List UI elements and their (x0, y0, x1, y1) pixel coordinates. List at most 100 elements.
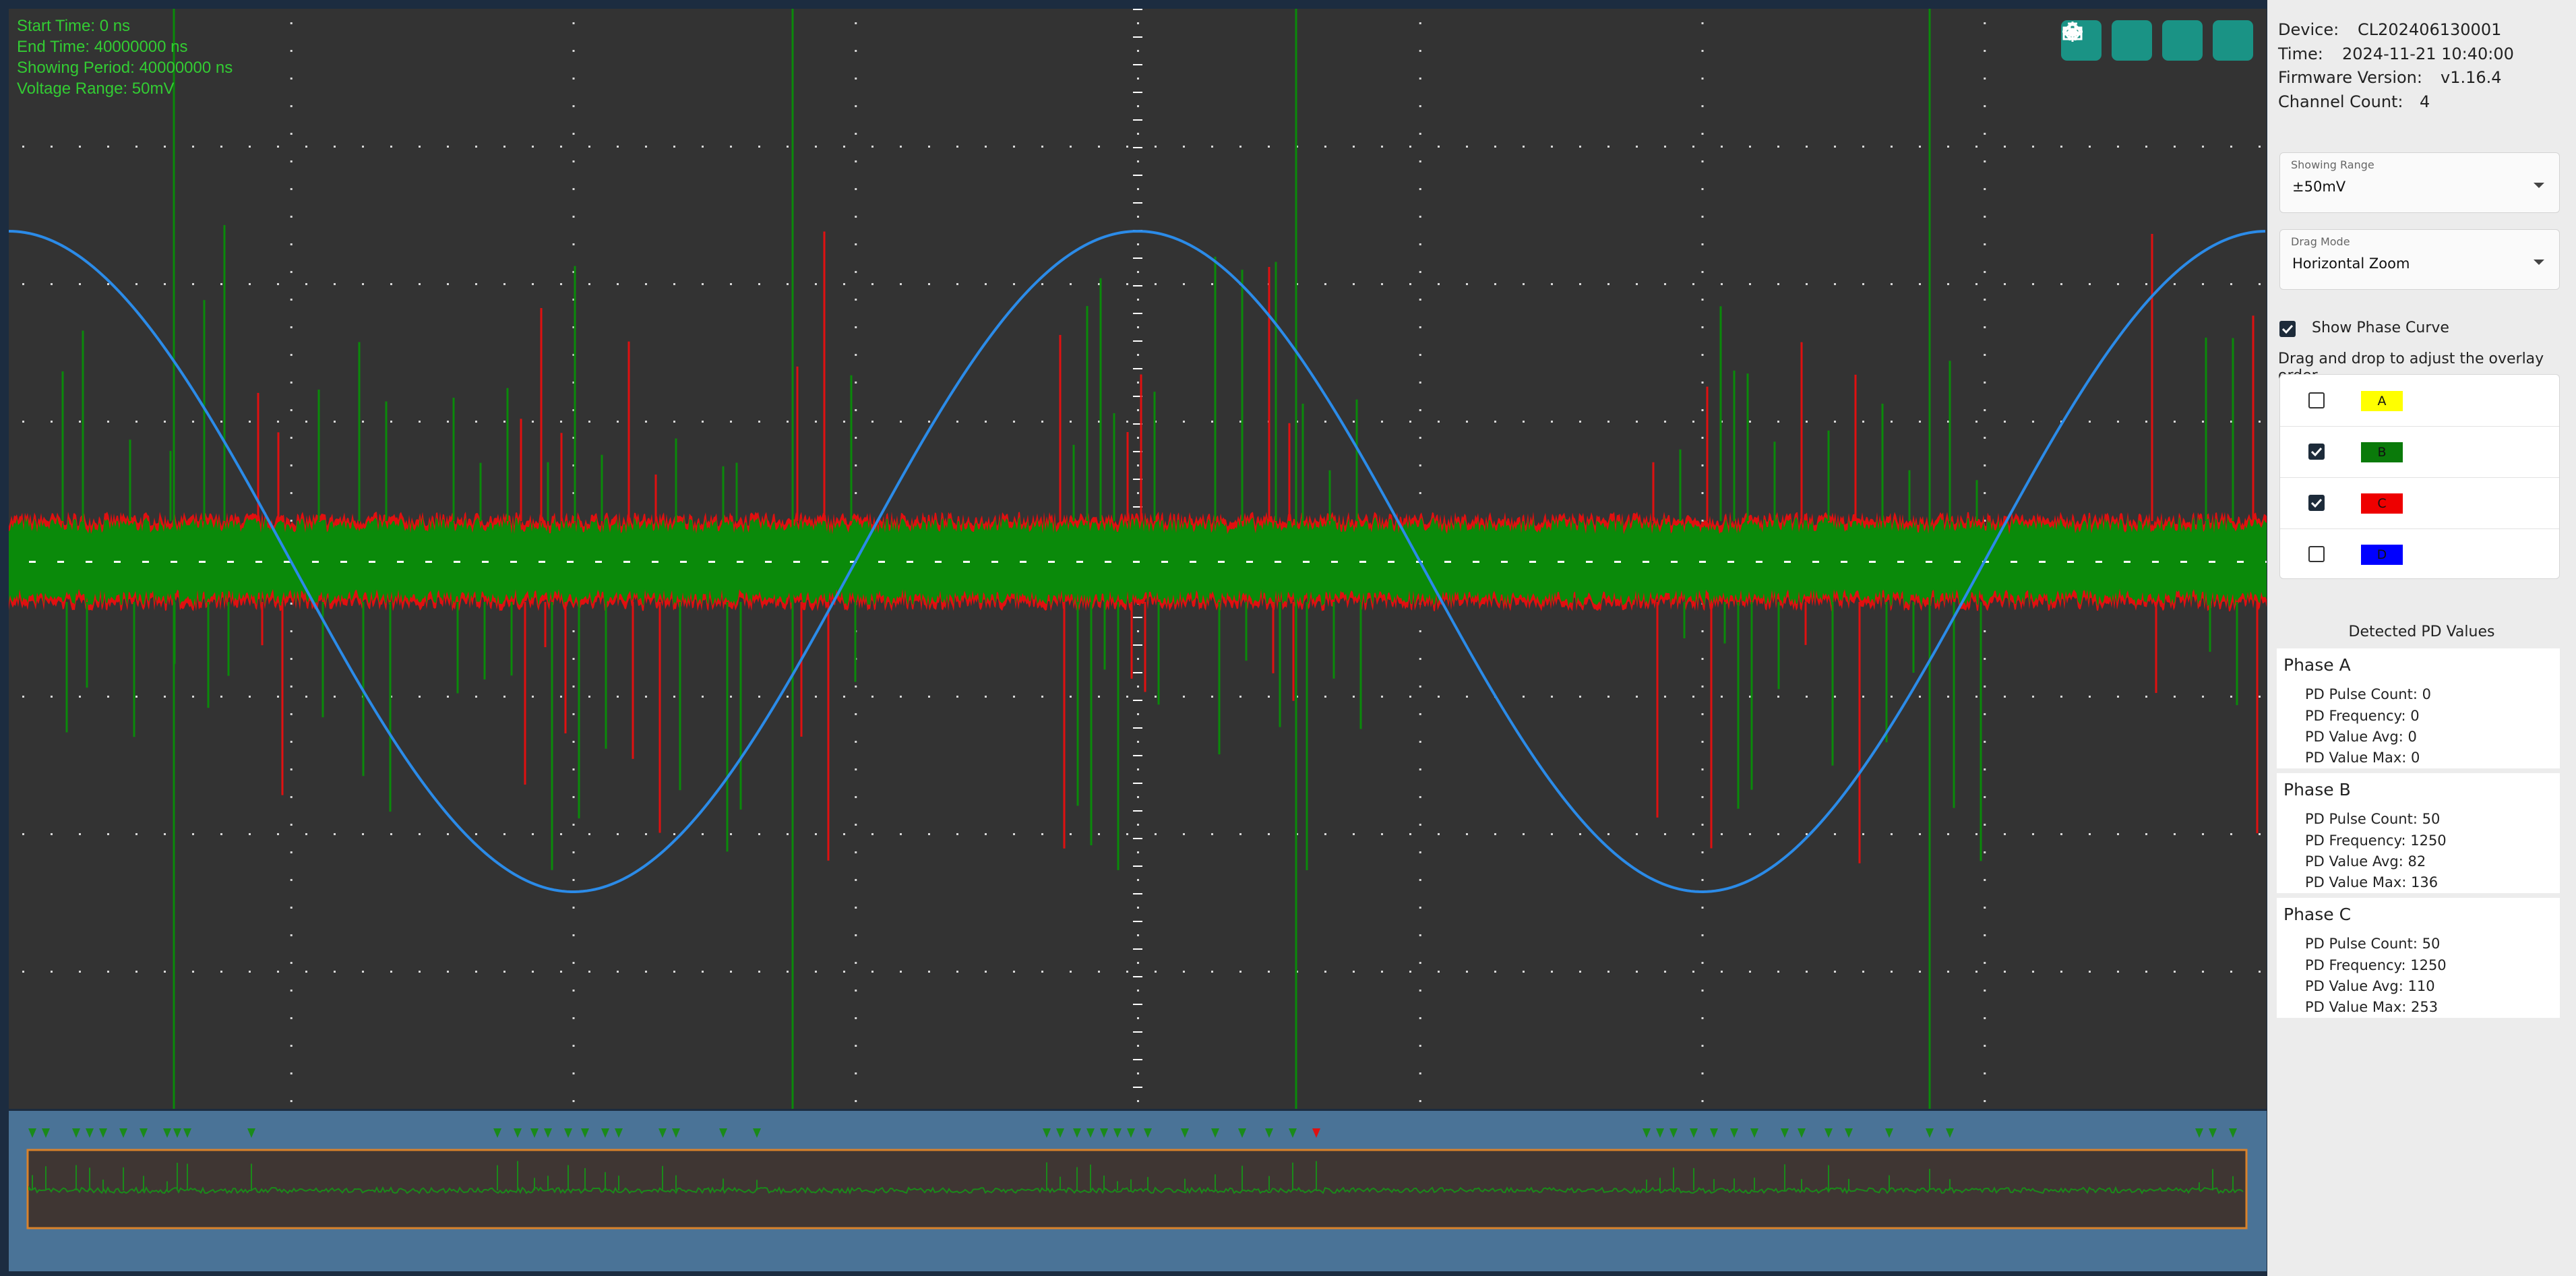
pd-marker (1073, 1128, 1081, 1138)
center-tick (1473, 561, 1479, 563)
pd-marker (1845, 1128, 1853, 1138)
axis-tick (1133, 644, 1142, 646)
center-tick (2209, 561, 2215, 563)
detected-title: Detected PD Values (2348, 624, 2495, 640)
center-tick (1869, 561, 1876, 563)
overlay-row-d[interactable]: D (2280, 528, 2559, 580)
overview-canvas[interactable] (9, 1111, 2267, 1271)
pd-marker (1289, 1128, 1297, 1138)
pd-marker (753, 1128, 761, 1138)
pd-marker (1181, 1128, 1189, 1138)
waveform-plot[interactable]: Start Time: 0 ns End Time: 40000000 ns S… (9, 9, 2267, 1109)
center-tick (1529, 561, 1536, 563)
center-tick (1048, 561, 1055, 563)
check-icon (2310, 498, 2323, 508)
device-value: CL202406130001 (2358, 20, 2502, 39)
center-tick (680, 561, 687, 563)
center-tick (1954, 561, 1961, 563)
pd-marker (1056, 1128, 1064, 1138)
pin-button[interactable] (2064, 20, 2253, 61)
center-tick (1076, 561, 1083, 563)
axis-tick (1133, 1087, 1142, 1088)
scope-info: Start Time: 0 ns End Time: 40000000 ns S… (17, 16, 233, 99)
axis-tick (1133, 617, 1142, 618)
pd-marker (1885, 1128, 1893, 1138)
center-tick (1784, 561, 1791, 563)
center-tick (1020, 561, 1026, 563)
overview-strip[interactable] (9, 1111, 2267, 1271)
axis-tick (1133, 672, 1142, 673)
show-phase-label: Show Phase Curve (2312, 320, 2449, 336)
overlay-d-checkbox[interactable] (2308, 546, 2325, 562)
overlay-row-c[interactable]: C (2280, 477, 2559, 529)
overlay-c-checkbox[interactable] (2308, 495, 2325, 511)
center-tick (822, 561, 828, 563)
center-tick (2152, 561, 2159, 563)
waveform-canvas[interactable] (9, 9, 2267, 1109)
pd-marker (163, 1128, 171, 1138)
overlay-b-checkbox[interactable] (2308, 444, 2325, 460)
pd-marker (1086, 1128, 1095, 1138)
axis-tick (1133, 147, 1142, 148)
center-tick (1699, 561, 1706, 563)
pin-icon (2064, 22, 2081, 41)
overlay-row-a[interactable]: A (2280, 375, 2559, 427)
showing-range-label: Showing Range (2291, 158, 2374, 171)
phase-b-line: PD Value Avg: 82 (2305, 853, 2426, 870)
channel-value: 4 (2420, 92, 2430, 111)
center-tick (1812, 561, 1819, 563)
axis-tick (1133, 948, 1142, 950)
overlay-a-checkbox[interactable] (2308, 392, 2325, 408)
center-tick (623, 561, 630, 563)
axis-tick (1133, 755, 1142, 756)
center-tick (2180, 561, 2187, 563)
overlay-d-swatch: D (2361, 545, 2403, 565)
overlay-row-b[interactable]: B (2280, 426, 2559, 478)
center-tick (1671, 561, 1678, 563)
pd-marker (1669, 1128, 1678, 1138)
scope-toolbar (2061, 20, 2253, 61)
screenshot-button[interactable] (2062, 20, 2152, 61)
center-tick (1501, 561, 1508, 563)
overlay-c-swatch: C (2361, 493, 2403, 514)
phase-b-line: PD Value Max: 136 (2305, 874, 2439, 890)
pd-marker (119, 1128, 127, 1138)
firmware-label: Firmware Version: (2278, 68, 2422, 87)
locate-button[interactable] (2062, 20, 2203, 61)
phase-a-card: Phase A PD Pulse Count: 0 PD Frequency: … (2277, 648, 2560, 768)
phase-b-line: PD Pulse Count: 50 (2305, 811, 2441, 827)
center-tick (2067, 561, 2074, 563)
center-tick (397, 561, 404, 563)
pd-marker (42, 1128, 50, 1138)
pd-marker (173, 1128, 181, 1138)
pd-marker (544, 1128, 552, 1138)
pd-marker (1238, 1128, 1246, 1138)
center-tick (1558, 561, 1564, 563)
pd-marker (581, 1128, 589, 1138)
channel-row: Channel Count: 4 (2278, 92, 2430, 111)
showing-range-select[interactable]: Showing Range ±50mV (2279, 152, 2560, 213)
pd-marker (28, 1128, 36, 1138)
pd-marker (1211, 1128, 1219, 1138)
device-row: Device: CL202406130001 (2278, 20, 2501, 39)
center-tick (935, 561, 942, 563)
drag-mode-select[interactable]: Drag Mode Horizontal Zoom (2279, 229, 2560, 290)
axis-tick (1133, 340, 1142, 342)
phase-c-card: Phase C PD Pulse Count: 50 PD Frequency:… (2277, 898, 2560, 1018)
center-tick (227, 561, 234, 563)
phase-b-line: PD Frequency: 1250 (2305, 832, 2447, 849)
center-tick (482, 561, 489, 563)
show-phase-checkbox[interactable] (2279, 321, 2296, 337)
phase-a-title: Phase A (2283, 655, 2351, 675)
axis-tick (1133, 838, 1142, 839)
overlay-b-swatch: B (2361, 442, 2403, 462)
center-tick (991, 561, 998, 563)
center-tick (567, 561, 574, 563)
pd-marker (2229, 1128, 2237, 1138)
center-tick (1218, 561, 1225, 563)
pd-marker (514, 1128, 522, 1138)
phase-b-card: Phase B PD Pulse Count: 50 PD Frequency:… (2277, 773, 2560, 893)
phase-a-line: PD Value Max: 0 (2305, 750, 2420, 766)
axis-tick (1133, 119, 1142, 121)
showing-range-value: ±50mV (2292, 179, 2346, 195)
